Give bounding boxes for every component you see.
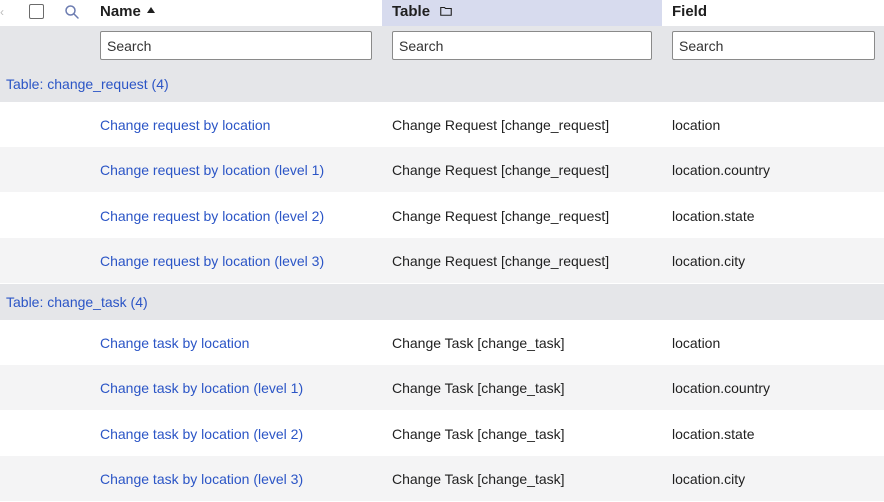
left-edge-indicator: ‹ bbox=[0, 5, 4, 19]
table-row: Change request by location (level 2) Cha… bbox=[0, 193, 884, 238]
record-table: Change Request [change_request] bbox=[392, 117, 610, 133]
record-field: location.country bbox=[672, 380, 771, 396]
record-field: location.city bbox=[672, 471, 746, 487]
record-name-link[interactable]: Change task by location (level 2) bbox=[100, 425, 380, 443]
record-name-link[interactable]: Change request by location (level 1) bbox=[100, 161, 380, 179]
record-field: location bbox=[672, 117, 721, 133]
search-input-field[interactable] bbox=[672, 31, 875, 60]
record-field: location.state bbox=[672, 208, 755, 224]
table-row: Change task by location (level 1) Change… bbox=[0, 365, 884, 410]
record-field: location.city bbox=[672, 253, 746, 269]
record-name-link[interactable]: Change task by location bbox=[100, 334, 380, 352]
table-row: Change request by location Change Reques… bbox=[0, 102, 884, 147]
column-header-field-label: Field bbox=[672, 3, 708, 20]
record-table: Change Request [change_request] bbox=[392, 162, 610, 178]
column-header-field[interactable]: Field bbox=[672, 3, 877, 21]
column-header-table[interactable]: Table bbox=[392, 3, 654, 21]
group-row-change-request[interactable]: Table: change_request (4) bbox=[0, 66, 884, 102]
column-header-table-label: Table bbox=[392, 3, 431, 20]
record-name-link[interactable]: Change request by location (level 3) bbox=[100, 252, 380, 270]
sort-ascending-icon bbox=[146, 7, 155, 14]
record-name-link[interactable]: Change task by location (level 1) bbox=[100, 379, 380, 397]
group-row-change-task[interactable]: Table: change_task (4) bbox=[0, 284, 884, 320]
table-row: Change task by location (level 3) Change… bbox=[0, 456, 884, 501]
record-table: Change Request [change_request] bbox=[392, 253, 610, 269]
record-field: location bbox=[672, 335, 721, 351]
table-row: Change request by location (level 1) Cha… bbox=[0, 147, 884, 192]
column-header-name[interactable]: Name bbox=[100, 3, 380, 21]
record-table: Change Task [change_task] bbox=[392, 335, 565, 351]
table-header: ‹ Name Table Field bbox=[0, 0, 884, 26]
table-row: Change request by location (level 3) Cha… bbox=[0, 238, 884, 283]
group-label[interactable]: Table: change_task (4) bbox=[6, 293, 148, 311]
select-all-checkbox[interactable] bbox=[29, 4, 44, 19]
column-header-name-label: Name bbox=[100, 3, 141, 20]
group-label[interactable]: Table: change_request (4) bbox=[6, 75, 169, 93]
record-name-link[interactable]: Change request by location (level 2) bbox=[100, 207, 380, 225]
record-table: Change Task [change_task] bbox=[392, 471, 565, 487]
table-row: Change task by location Change Task [cha… bbox=[0, 320, 884, 365]
list-table: ‹ Name Table Field Table: change_request… bbox=[0, 0, 884, 502]
record-table: Change Task [change_task] bbox=[392, 380, 565, 396]
record-name-link[interactable]: Change request by location bbox=[100, 116, 380, 134]
search-icon[interactable] bbox=[64, 4, 80, 20]
record-field: location.state bbox=[672, 426, 755, 442]
table-row: Change task by location (level 2) Change… bbox=[0, 411, 884, 456]
column-search-row bbox=[0, 26, 884, 66]
folder-icon bbox=[440, 6, 453, 16]
record-table: Change Request [change_request] bbox=[392, 208, 610, 224]
record-field: location.country bbox=[672, 162, 771, 178]
record-name-link[interactable]: Change task by location (level 3) bbox=[100, 470, 380, 488]
search-input-name[interactable] bbox=[100, 31, 372, 60]
search-input-table[interactable] bbox=[392, 31, 652, 60]
record-table: Change Task [change_task] bbox=[392, 426, 565, 442]
